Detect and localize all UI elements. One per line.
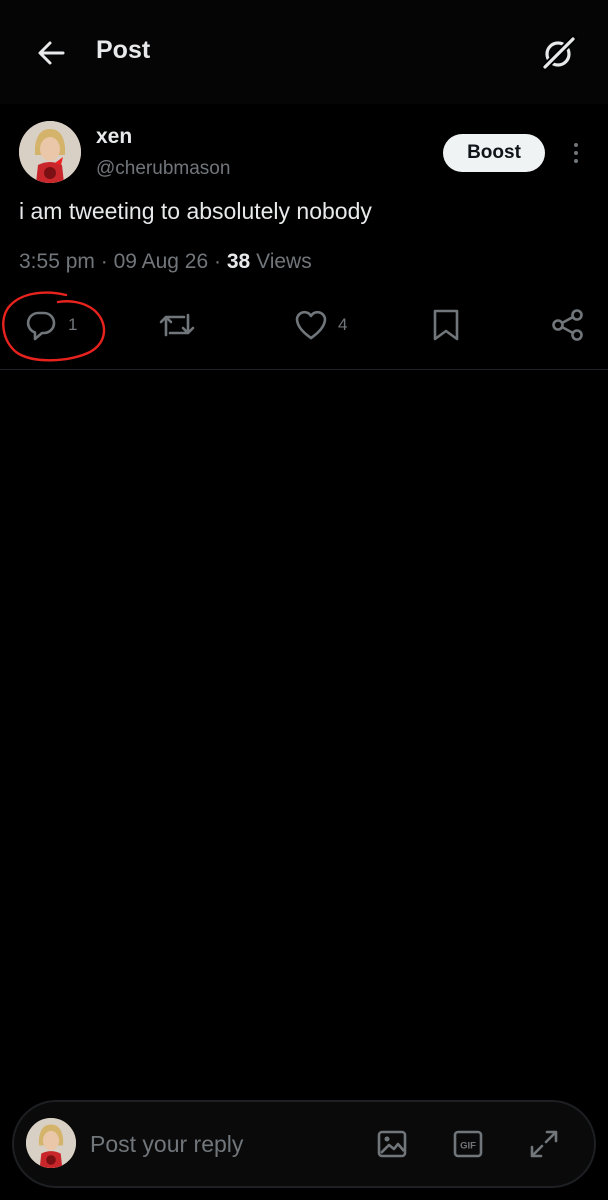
- share-button[interactable]: [550, 300, 586, 350]
- page-title: Post: [96, 36, 151, 64]
- repost-button[interactable]: [158, 300, 196, 350]
- avatar-image: [19, 121, 81, 183]
- image-icon: [377, 1130, 407, 1158]
- grok-button[interactable]: [536, 30, 582, 76]
- more-dot-icon: [574, 159, 578, 163]
- more-options-button[interactable]: [566, 138, 586, 168]
- heart-icon: [295, 310, 327, 340]
- more-dot-icon: [574, 143, 578, 147]
- author-avatar[interactable]: [19, 121, 81, 183]
- reply-count: 1: [68, 315, 78, 334]
- post-text: i am tweeting to absolutely nobody: [19, 198, 372, 224]
- top-bar: Post: [0, 0, 608, 104]
- svg-text:GIF: GIF: [460, 1141, 476, 1152]
- meta-separator: ·: [100, 250, 108, 273]
- post-date[interactable]: 09 Aug 26: [114, 250, 209, 273]
- reply-icon: [26, 311, 56, 341]
- gif-icon: GIF: [453, 1130, 483, 1158]
- add-image-button[interactable]: [372, 1122, 412, 1166]
- bookmark-icon: [433, 309, 459, 341]
- bookmark-button[interactable]: [430, 300, 462, 350]
- divider: [0, 369, 608, 370]
- repost-icon: [159, 313, 195, 337]
- author-name[interactable]: xen: [96, 125, 132, 149]
- post-time[interactable]: 3:55 pm: [19, 250, 95, 273]
- like-button[interactable]: 4: [294, 300, 347, 350]
- back-button[interactable]: [30, 32, 72, 74]
- expand-composer-button[interactable]: [524, 1122, 564, 1166]
- author-handle[interactable]: @cherubmason: [96, 158, 230, 180]
- grok-icon: [540, 34, 578, 72]
- post-action-bar: 1 4: [0, 300, 608, 350]
- share-icon: [552, 309, 583, 341]
- like-count: 4: [338, 315, 348, 334]
- meta-separator: ·: [214, 250, 222, 273]
- reply-button[interactable]: 1: [24, 300, 77, 350]
- views-count[interactable]: 38: [227, 250, 250, 273]
- boost-button[interactable]: Boost: [443, 134, 545, 172]
- reply-avatar: [26, 1118, 76, 1168]
- expand-icon: [530, 1130, 558, 1158]
- avatar-image: [26, 1118, 76, 1168]
- reply-input[interactable]: [90, 1122, 350, 1166]
- more-dot-icon: [574, 151, 578, 155]
- views-label: Views: [256, 250, 312, 273]
- post-meta: 3:55 pm · 09 Aug 26 · 38 Views: [19, 250, 312, 274]
- arrow-left-icon: [38, 41, 65, 65]
- add-gif-button[interactable]: GIF: [448, 1122, 488, 1166]
